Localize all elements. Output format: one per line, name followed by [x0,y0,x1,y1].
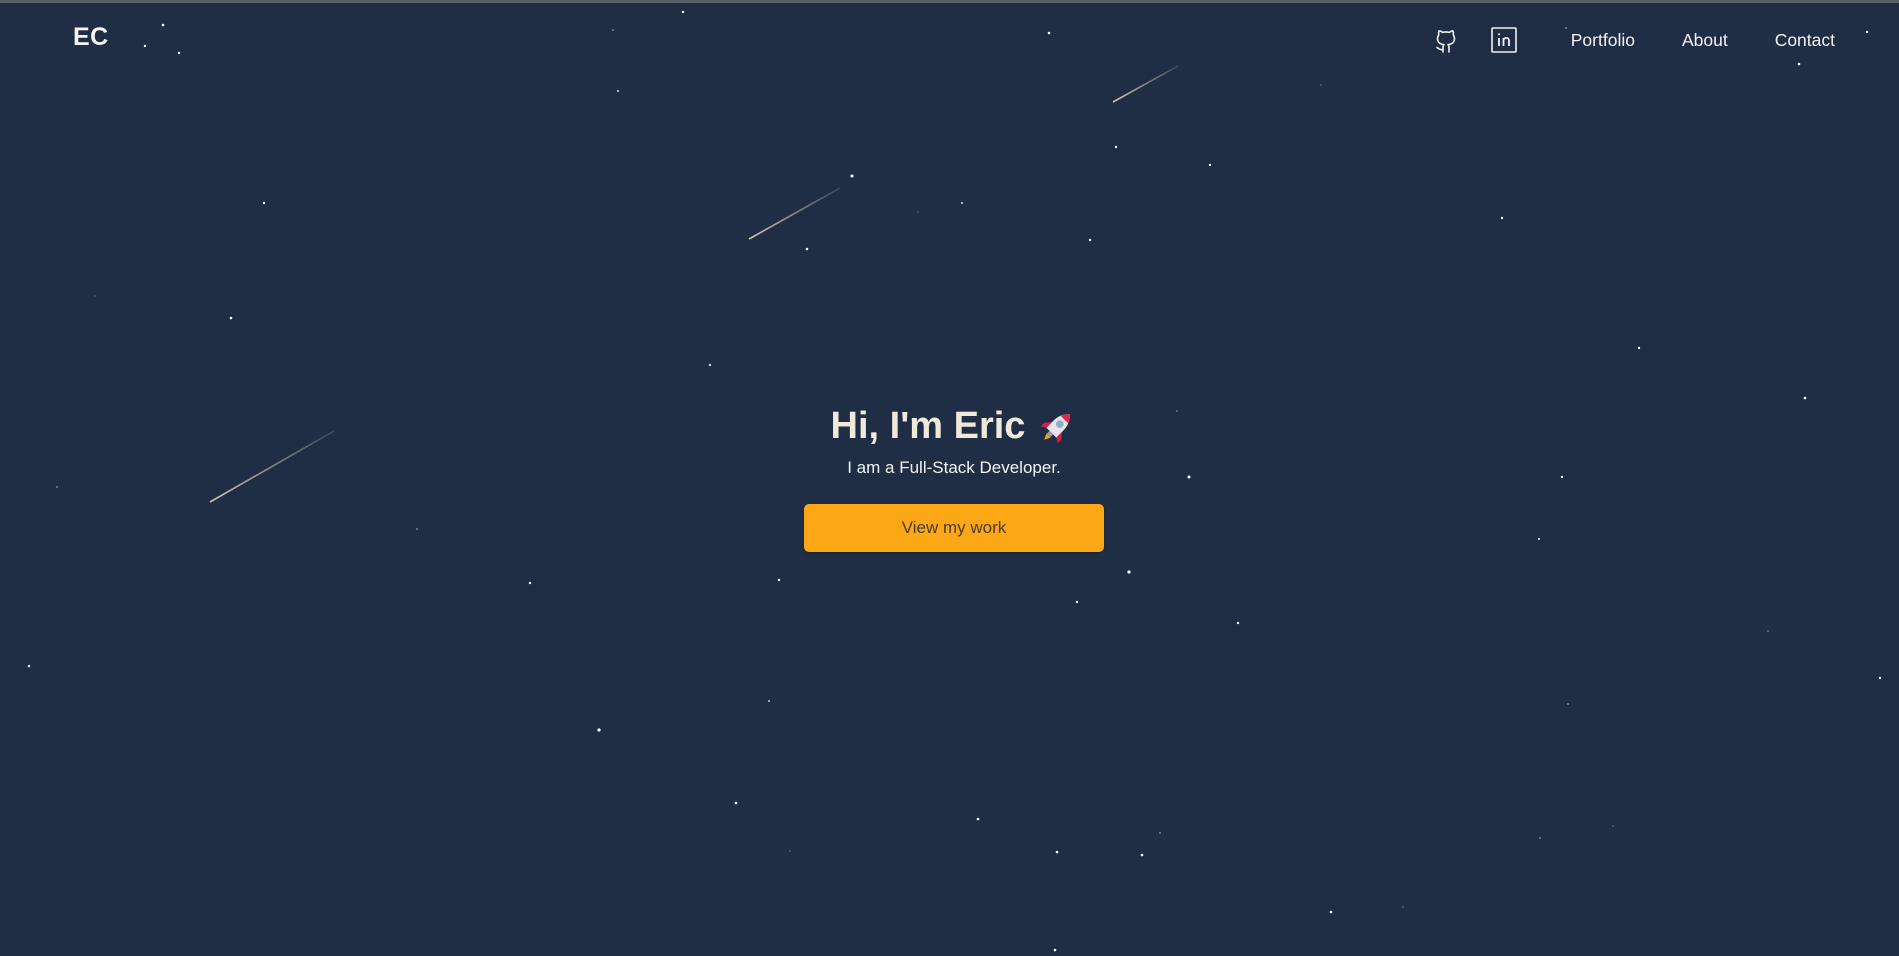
github-link[interactable] [1431,25,1461,55]
linkedin-link[interactable] [1489,25,1519,55]
starfield-background [27,10,1882,952]
shooting-star [748,187,841,240]
view-work-button[interactable]: View my work [804,504,1104,552]
nav-link-portfolio[interactable]: Portfolio [1571,30,1635,51]
hero-section: Hi, I'm Eric I am a Full-Stack Developer… [0,405,1899,478]
stars [27,10,1882,952]
rocket-icon [1041,413,1071,443]
github-icon [1436,30,1456,53]
nav-links: Portfolio About Contact [1571,30,1835,51]
linkedin-icon [1491,27,1517,53]
hero-title: Hi, I'm Eric [831,405,1078,448]
hero-subtitle: I am a Full-Stack Developer. [847,458,1061,477]
top-navigation: EC Portfolio About Contact [0,3,1899,73]
nav-link-about[interactable]: About [1682,30,1728,51]
nav-link-contact[interactable]: Contact [1775,30,1835,51]
hero-title-text: Hi, I'm Eric [830,405,1026,447]
site-logo[interactable]: EC [73,23,109,52]
